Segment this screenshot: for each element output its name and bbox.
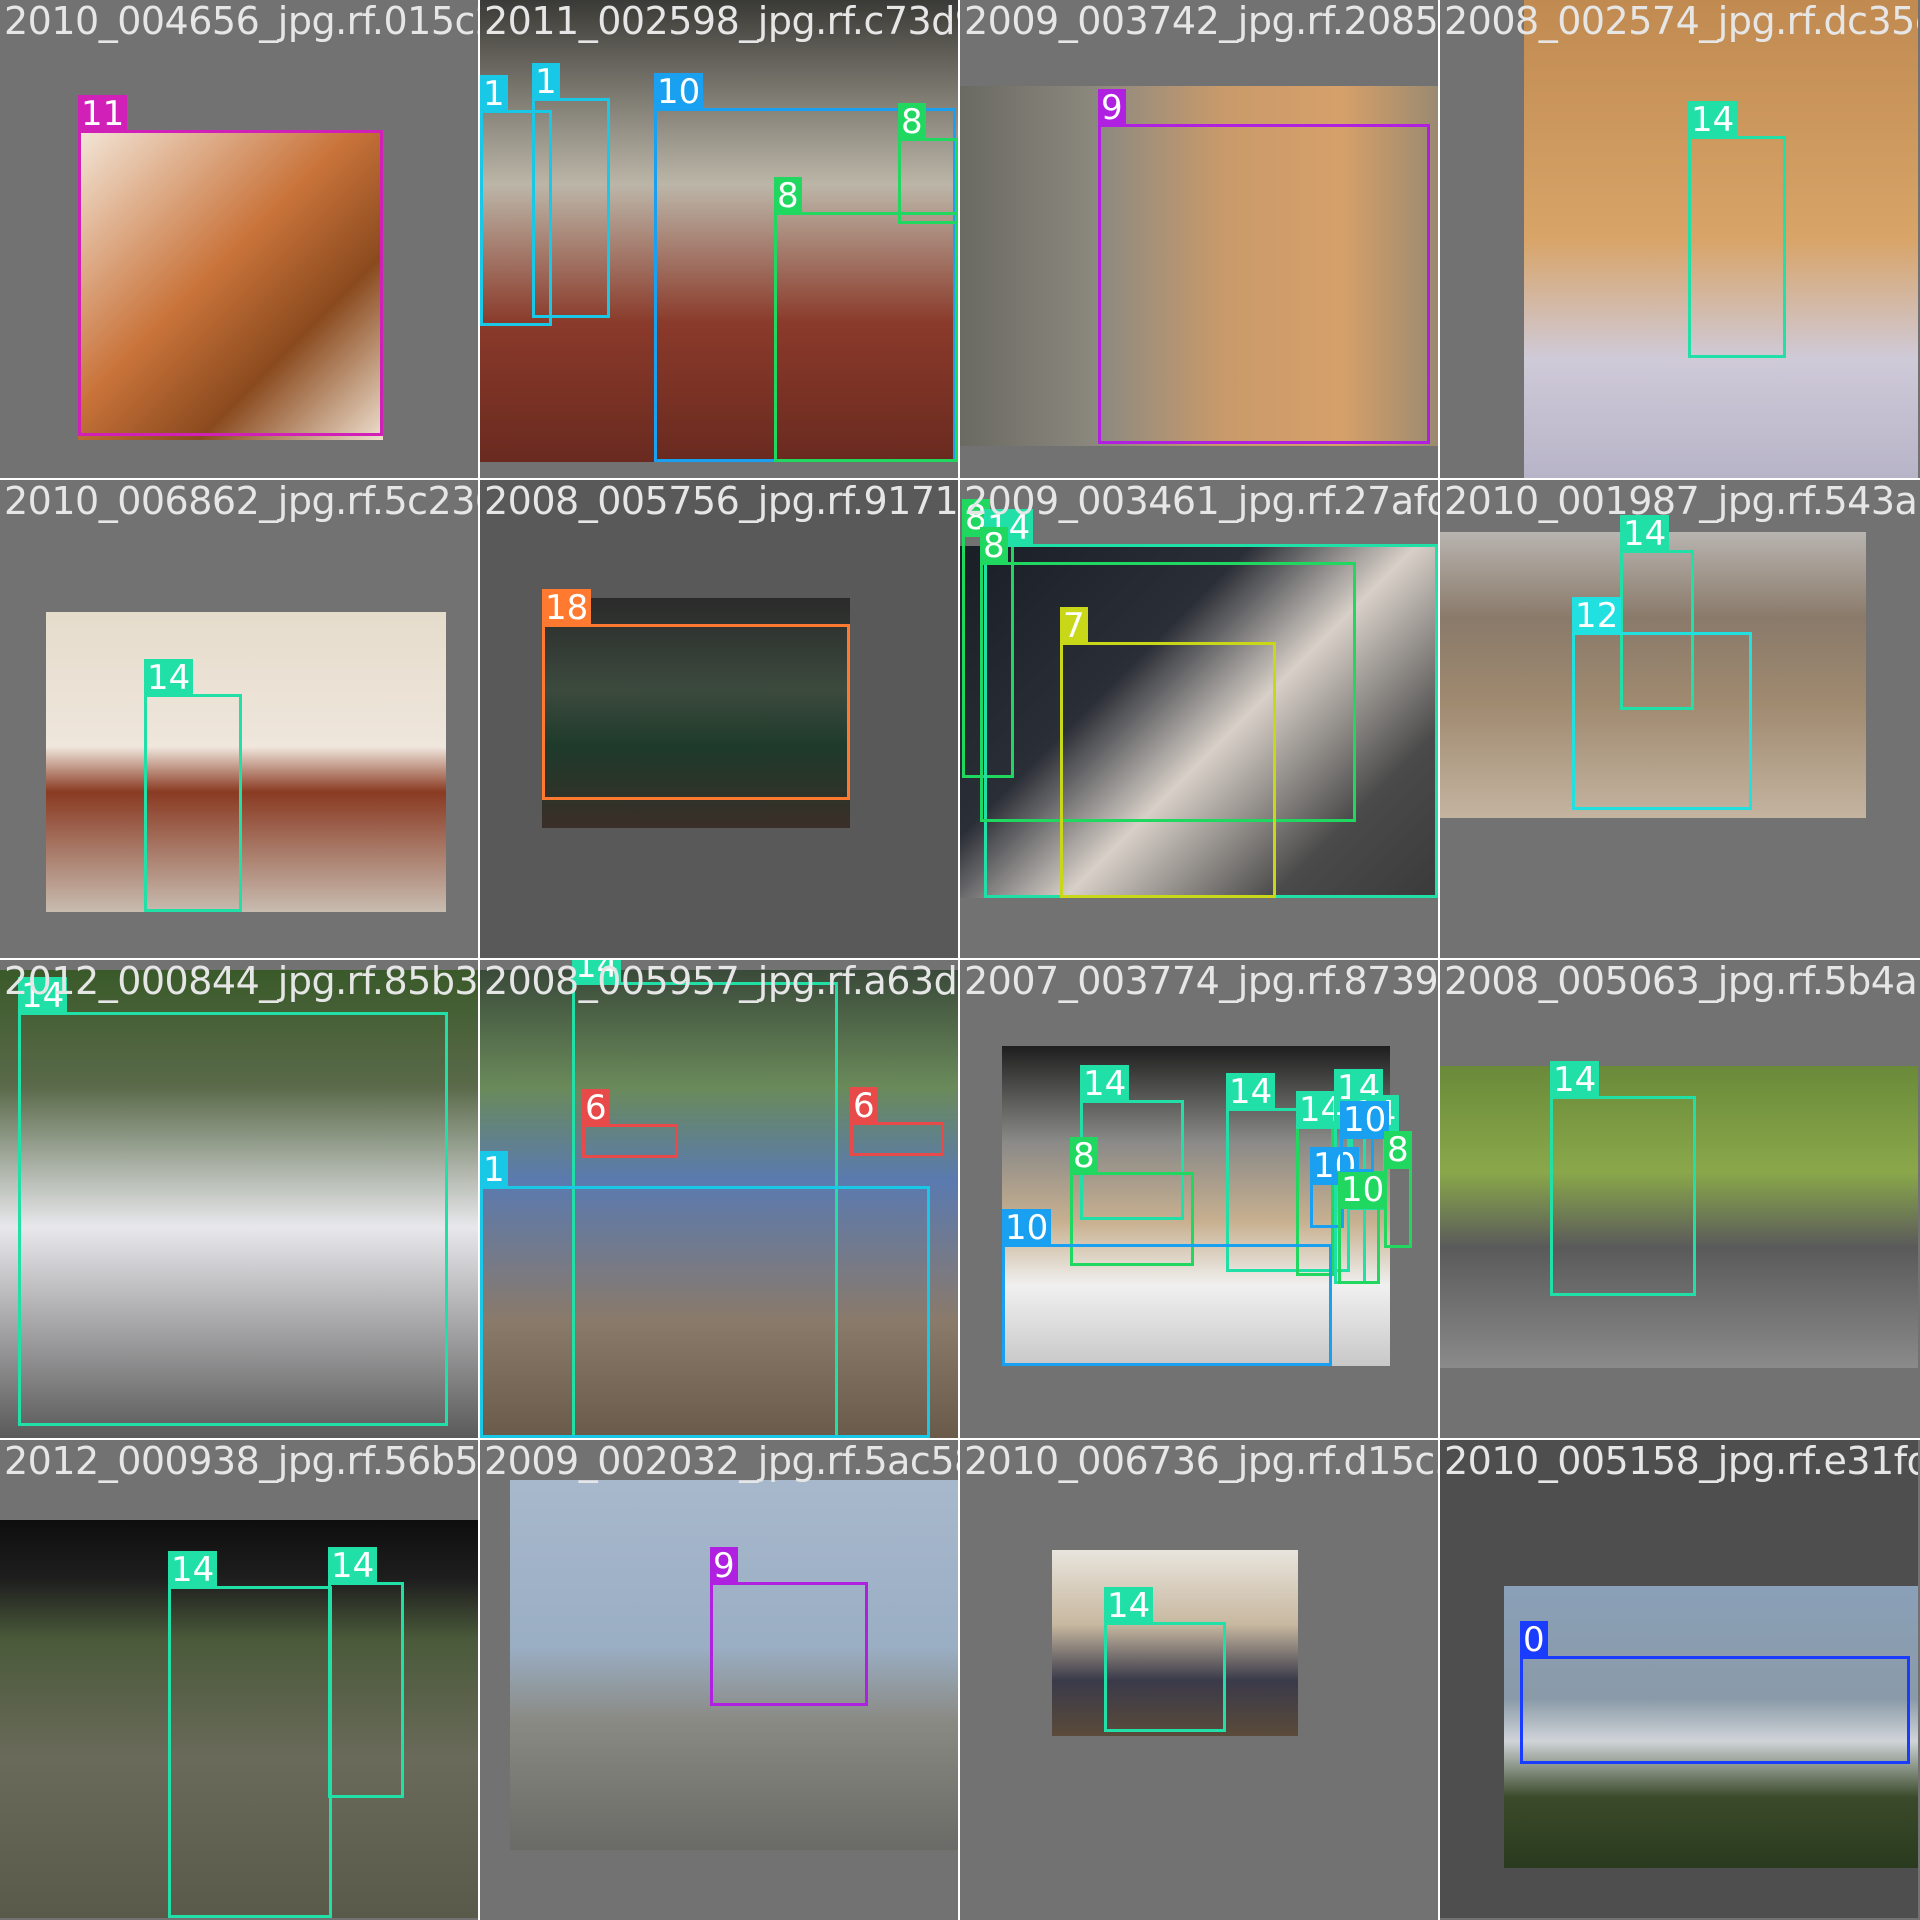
bbox-label: 10 <box>1338 1171 1388 1209</box>
tile-10: 2008_005957_jpg.rf.a63d59... 14 6 6 1 <box>480 960 958 1438</box>
bbox-label: 6 <box>582 1089 610 1127</box>
bbox-label: 10 <box>1340 1101 1390 1139</box>
bbox: 8 <box>774 177 958 462</box>
mosaic-grid: 2010_004656_jpg.rf.015c202... 11 2011_00… <box>0 0 1920 1920</box>
bbox-label: 7 <box>1060 607 1088 645</box>
bbox-label: 10 <box>654 73 704 111</box>
grid-divider <box>0 478 1920 480</box>
bbox-label: 1 <box>532 63 560 101</box>
tile-filename: 2010_004656_jpg.rf.015c202... <box>4 0 478 43</box>
tile-9: 2012_000844_jpg.rf.85b342... 14 <box>0 960 478 1438</box>
bbox: 10 <box>1002 1209 1332 1366</box>
bbox: 18 <box>542 589 850 800</box>
tile-filename: 2008_005957_jpg.rf.a63d59... <box>484 960 958 1003</box>
bbox: 10 <box>1338 1171 1388 1284</box>
tile-filename: 2010_005158_jpg.rf.e31fd7... <box>1444 1440 1918 1483</box>
bbox: 6 <box>850 1087 944 1156</box>
tile-filename: 2010_006736_jpg.rf.d15c3f... <box>964 1440 1438 1483</box>
tile-filename: 2008_005063_jpg.rf.5b4ae6... <box>1444 960 1918 1003</box>
photo-kitchen <box>46 612 446 912</box>
tile-filename: 2010_001987_jpg.rf.543a47... <box>1444 480 1918 523</box>
bbox: 14 <box>1550 1061 1696 1296</box>
tile-13: 2012_000938_jpg.rf.56b59d... 14 14 <box>0 1440 478 1918</box>
tile-3: 2009_003742_jpg.rf.208581... 9 <box>960 0 1438 478</box>
bbox-label: 8 <box>980 527 1008 565</box>
bbox: 14 <box>1104 1587 1226 1732</box>
bbox-label: 14 <box>1688 101 1738 139</box>
bbox-label: 14 <box>1080 1065 1130 1103</box>
bbox: 10 <box>1340 1101 1390 1172</box>
bbox-label: 14 <box>1104 1587 1154 1625</box>
tile-filename: 2011_002598_jpg.rf.c73d94... <box>484 0 958 43</box>
tile-6: 2008_005756_jpg.rf.9171f2... 18 <box>480 480 958 958</box>
bbox-label: 8 <box>1070 1137 1098 1175</box>
tile-8: 2010_001987_jpg.rf.543a47... 14 12 <box>1440 480 1918 958</box>
tile-5: 2010_006862_jpg.rf.5c2308... 14 <box>0 480 478 958</box>
bbox-label: 8 <box>1384 1131 1412 1169</box>
bbox-label: 12 <box>1572 597 1622 635</box>
tile-filename: 2007_003774_jpg.rf.87396d... <box>964 960 1438 1003</box>
bbox: 1 <box>480 1151 930 1438</box>
bbox-label: 14 <box>1550 1061 1600 1099</box>
grid-divider <box>478 0 480 1920</box>
tile-filename: 2008_005756_jpg.rf.9171f2... <box>484 480 958 523</box>
bbox-label: 18 <box>542 589 592 627</box>
bbox: 14 <box>1688 101 1786 358</box>
bbox-label: 8 <box>774 177 802 215</box>
tile-filename: 2008_002574_jpg.rf.dc35e3... <box>1444 0 1918 43</box>
bbox: 9 <box>710 1547 868 1706</box>
tile-1: 2010_004656_jpg.rf.015c202... 11 <box>0 0 478 478</box>
tile-filename: 2012_000938_jpg.rf.56b59d... <box>4 1440 478 1483</box>
bbox-label: 0 <box>1520 1621 1548 1659</box>
bbox: 14 <box>144 659 242 912</box>
bbox-label: 6 <box>850 1087 878 1125</box>
bbox-label: 9 <box>710 1547 738 1585</box>
tile-filename: 2009_002032_jpg.rf.5ac581... <box>484 1440 958 1483</box>
tile-7: 2009_003461_jpg.rf.27afd6... 8 14 8 7 <box>960 480 1438 958</box>
bbox: 14 <box>328 1547 404 1798</box>
bbox: 1 <box>532 63 610 318</box>
tile-15: 2010_006736_jpg.rf.d15c3f... 14 <box>960 1440 1438 1918</box>
bbox: 14 <box>168 1551 332 1918</box>
bbox-label: 1 <box>480 1151 508 1189</box>
grid-divider <box>0 1438 1920 1440</box>
bbox: 6 <box>582 1089 678 1158</box>
bbox-label: 10 <box>1002 1209 1052 1247</box>
tile-2: 2011_002598_jpg.rf.c73d94... 1 1 10 8 8 <box>480 0 958 478</box>
bbox-label: 1 <box>480 75 508 113</box>
bbox: 14 <box>18 977 448 1426</box>
bbox: 12 <box>1572 597 1752 810</box>
bbox: 9 <box>1098 89 1430 444</box>
tile-12: 2008_005063_jpg.rf.5b4ae6... 14 <box>1440 960 1918 1438</box>
grid-divider <box>1438 0 1440 1920</box>
grid-divider <box>0 958 1920 960</box>
bbox-label: 14 <box>168 1551 218 1589</box>
bbox: 11 <box>78 95 383 436</box>
bbox-label: 14 <box>1226 1073 1276 1111</box>
bbox: 8 <box>1384 1131 1412 1248</box>
tile-filename: 2009_003742_jpg.rf.208581... <box>964 0 1438 43</box>
tile-filename: 2009_003461_jpg.rf.27afd6... <box>964 480 1438 523</box>
bbox-label: 9 <box>1098 89 1126 127</box>
bbox: 0 <box>1520 1621 1910 1764</box>
bbox-label: 11 <box>78 95 128 133</box>
tile-4: 2008_002574_jpg.rf.dc35e3... 14 <box>1440 0 1918 478</box>
tile-11: 2007_003774_jpg.rf.87396d... 14 14 14 14… <box>960 960 1438 1438</box>
bbox-label: 14 <box>144 659 194 697</box>
tile-14: 2009_002032_jpg.rf.5ac581... 9 <box>480 1440 958 1918</box>
bbox-label: 8 <box>898 103 926 141</box>
bbox: 7 <box>1060 607 1276 898</box>
bbox-label: 14 <box>328 1547 378 1585</box>
tile-filename: 2010_006862_jpg.rf.5c2308... <box>4 480 478 523</box>
tile-16: 2010_005158_jpg.rf.e31fd7... 0 <box>1440 1440 1918 1918</box>
tile-filename: 2012_000844_jpg.rf.85b342... <box>4 960 478 1003</box>
grid-divider <box>958 0 960 1920</box>
